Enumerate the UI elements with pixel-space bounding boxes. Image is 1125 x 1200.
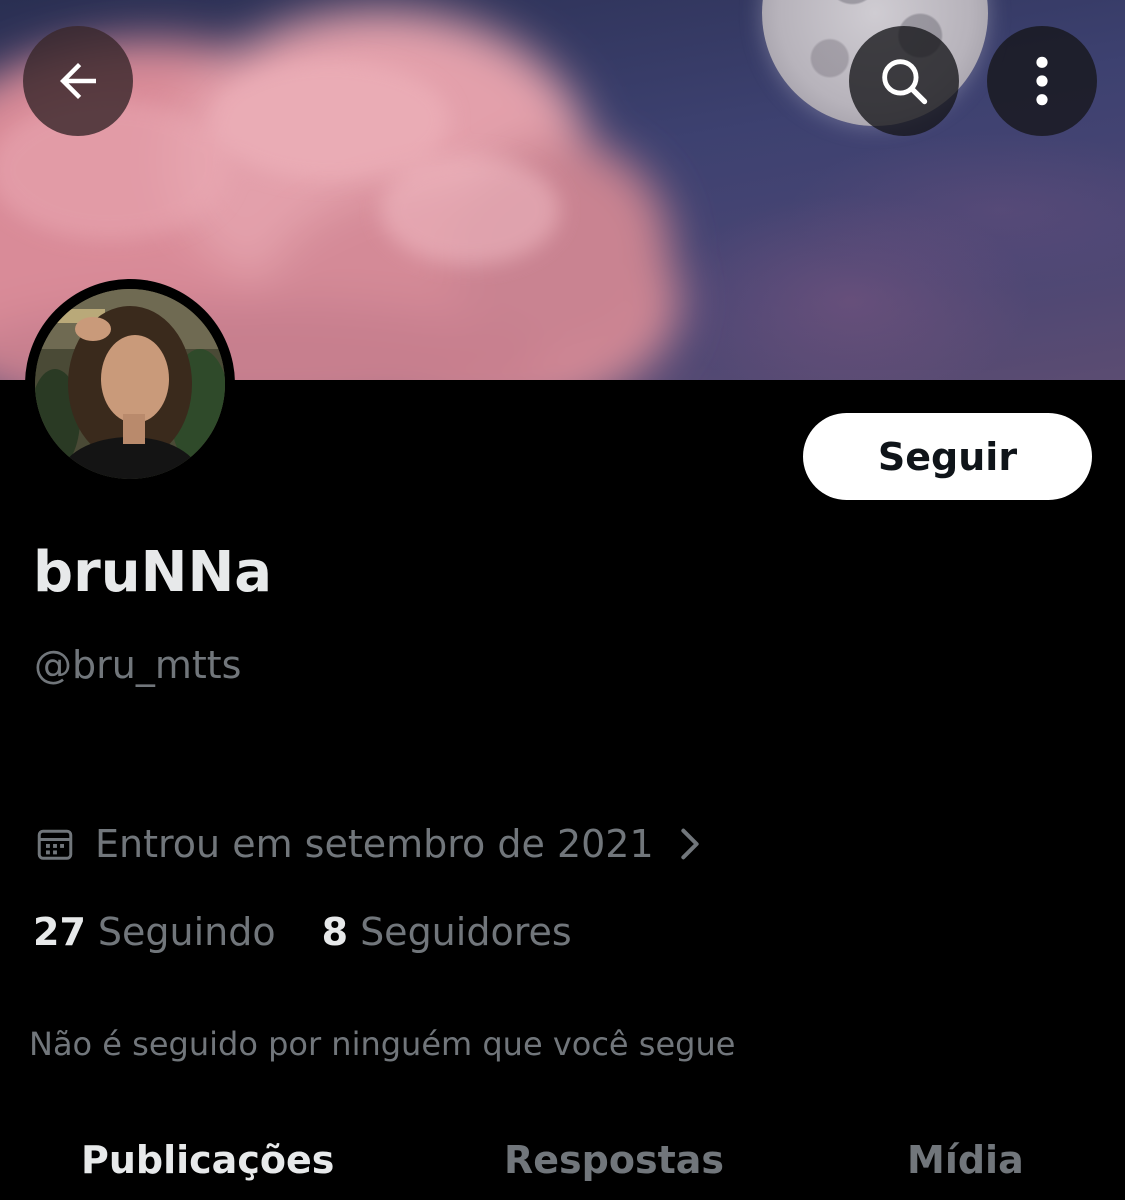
- username-handle: @bru_mtts: [34, 643, 242, 687]
- follow-stats: 27 Seguindo 8 Seguidores: [33, 906, 572, 958]
- mutual-followers-note: Não é seguido por ninguém que você segue: [29, 1025, 736, 1063]
- following-label: Seguindo: [97, 910, 276, 954]
- profile-avatar[interactable]: [25, 279, 235, 489]
- more-options-button[interactable]: [987, 26, 1097, 136]
- search-button[interactable]: [849, 26, 959, 136]
- profile-tabs: Publicações Respostas Mídia: [0, 1128, 1125, 1200]
- follow-button[interactable]: Seguir: [803, 413, 1092, 500]
- followers-label: Seguidores: [360, 910, 572, 954]
- joined-date-row[interactable]: Entrou em setembro de 2021: [37, 818, 700, 870]
- tab-media[interactable]: Mídia: [907, 1128, 1024, 1192]
- following-link[interactable]: 27 Seguindo: [33, 906, 276, 958]
- more-vertical-icon: [1036, 56, 1048, 106]
- chevron-right-icon: [681, 828, 699, 860]
- search-icon: [882, 59, 928, 105]
- tab-replies[interactable]: Respostas: [504, 1128, 724, 1192]
- back-button[interactable]: [23, 26, 133, 136]
- arrow-left-icon: [60, 63, 96, 99]
- followers-link[interactable]: 8 Seguidores: [322, 906, 572, 958]
- following-count: 27: [33, 910, 86, 954]
- followers-count: 8: [321, 910, 349, 954]
- tab-posts[interactable]: Publicações: [81, 1128, 334, 1192]
- display-name: bruNNa: [33, 540, 273, 605]
- calendar-icon: [37, 829, 73, 860]
- joined-date-text: Entrou em setembro de 2021: [95, 822, 654, 866]
- avatar-photo: [35, 289, 225, 479]
